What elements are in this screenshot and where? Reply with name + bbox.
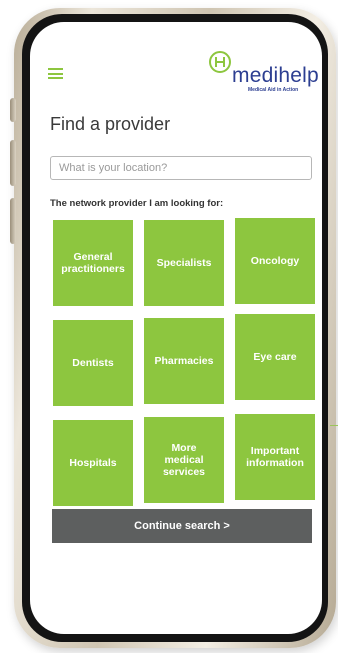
tile-important-information[interactable]: Important information <box>235 414 315 500</box>
brand-name: medihelp <box>232 64 319 87</box>
hamburger-menu-icon[interactable] <box>48 68 63 79</box>
location-search-field[interactable] <box>50 156 312 180</box>
medihelp-logo-mark-icon <box>209 51 231 73</box>
page-title: Find a provider <box>50 114 171 134</box>
medihelp-logo: medihelp Medical Aid in Action <box>208 50 319 94</box>
location-input[interactable] <box>51 157 311 179</box>
provider-section-label: The network provider I am looking for: <box>50 198 224 209</box>
tile-specialists[interactable]: Specialists <box>144 220 224 306</box>
tile-eye-care[interactable]: Eye care <box>235 314 315 400</box>
tile-hospitals[interactable]: Hospitals <box>53 420 133 506</box>
tile-dentists[interactable]: Dentists <box>53 320 133 406</box>
phone-volume-up-button <box>10 140 16 186</box>
phone-volume-down-button <box>10 198 16 244</box>
tile-more-medical-services[interactable]: More medical services <box>144 417 224 503</box>
continue-search-button[interactable]: Continue search > <box>52 509 312 543</box>
tile-oncology[interactable]: Oncology <box>235 218 315 304</box>
brand-tagline: Medical Aid in Action <box>248 87 299 93</box>
decorative-line <box>330 425 338 426</box>
tile-general-practitioners[interactable]: General practitioners <box>53 220 133 306</box>
phone-screen: medihelp Medical Aid in Action Find a pr… <box>30 22 322 634</box>
phone-side-button <box>10 98 16 122</box>
tile-pharmacies[interactable]: Pharmacies <box>144 318 224 404</box>
